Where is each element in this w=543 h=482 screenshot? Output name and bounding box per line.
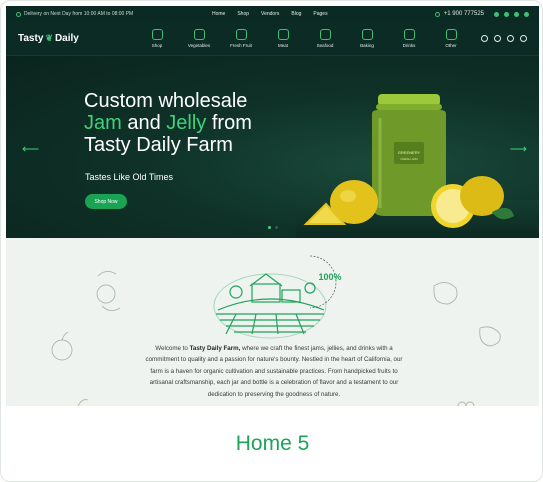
phone-icon bbox=[434, 11, 440, 17]
nav-home[interactable]: Home bbox=[212, 11, 225, 17]
jar-brand: GREENERY bbox=[398, 150, 421, 155]
hero-and: and bbox=[121, 112, 167, 134]
slide-dot[interactable] bbox=[275, 226, 278, 229]
bowl-leaf-icon: ❦ bbox=[45, 33, 53, 43]
search-icon[interactable] bbox=[481, 35, 488, 42]
category-baking[interactable]: Baking bbox=[346, 29, 388, 48]
about-brand: Tasty Daily Farm, bbox=[189, 345, 241, 352]
olive-doodle-left bbox=[96, 284, 116, 304]
nav-vendors[interactable]: Vendors bbox=[261, 11, 279, 17]
nav-blog[interactable]: Blog bbox=[291, 11, 301, 17]
clock-icon bbox=[16, 11, 21, 17]
category-fresh-fruit[interactable]: Fresh Fruit bbox=[220, 29, 262, 48]
category-meat[interactable]: Meat bbox=[262, 29, 304, 48]
hero-banner: Custom wholesale Jam and Jelly from Tast… bbox=[6, 56, 539, 238]
about-section: 100% Welcome to Tasty Daily Farm, where … bbox=[6, 238, 539, 406]
logo[interactable]: Tasty ❦ Daily bbox=[18, 33, 136, 44]
shop-now-button[interactable]: Shop Now bbox=[85, 194, 127, 209]
phone-number: +1 900 777525 bbox=[443, 11, 484, 17]
category-label: Seafood bbox=[316, 43, 334, 48]
about-body: where we craft the finest jams, jellies,… bbox=[145, 345, 403, 398]
category-label: Vegetables bbox=[187, 43, 211, 48]
category-label: Other bbox=[445, 43, 457, 48]
category-shop[interactable]: Shop bbox=[136, 29, 178, 48]
store-icon bbox=[151, 29, 163, 40]
bottle-icon bbox=[403, 29, 415, 40]
category-label: Meat bbox=[277, 43, 288, 48]
pinterest-icon[interactable] bbox=[514, 11, 519, 17]
hero-from: from bbox=[206, 112, 252, 134]
logo-text-daily: Daily bbox=[54, 33, 79, 44]
hero-jelly: Jelly bbox=[166, 112, 207, 134]
jar-sub: FRESH JAM bbox=[400, 157, 418, 161]
nav-shop[interactable]: Shop bbox=[237, 11, 249, 17]
category-label: Fresh Fruit bbox=[230, 43, 252, 48]
top-nav: Home Shop Vendors Blog Pages bbox=[212, 11, 328, 17]
category-drinks[interactable]: Drinks bbox=[388, 29, 430, 48]
social-links bbox=[494, 11, 529, 17]
cherries-icon bbox=[235, 29, 247, 40]
homepage-preview[interactable]: Delivery on Next Day from 10:00 AM to 08… bbox=[6, 6, 539, 406]
category-menu: Shop Vegetables Fresh Fruit Meat Seafood… bbox=[136, 29, 472, 48]
apple-doodle-left bbox=[51, 339, 73, 361]
hero-heading: Custom wholesale Jam and Jelly from Tast… bbox=[84, 90, 324, 156]
demo-title[interactable]: Home 5 bbox=[1, 406, 542, 481]
grid-icon bbox=[445, 29, 457, 40]
main-header: Tasty ❦ Daily Shop Vegetables Fresh Frui… bbox=[6, 22, 539, 56]
youtube-icon[interactable] bbox=[524, 11, 529, 17]
demo-card[interactable]: Delivery on Next Day from 10:00 AM to 08… bbox=[0, 0, 543, 482]
twitter-icon[interactable] bbox=[504, 11, 509, 17]
header-actions bbox=[481, 35, 527, 42]
hero-jam: Jam bbox=[84, 112, 122, 134]
category-vegetables[interactable]: Vegetables bbox=[178, 29, 220, 48]
carrot-icon bbox=[193, 29, 205, 40]
cart-icon[interactable] bbox=[520, 35, 527, 42]
heart-icon[interactable] bbox=[507, 35, 514, 42]
meat-icon bbox=[277, 29, 289, 40]
slider-dots bbox=[268, 226, 278, 229]
category-label: Baking bbox=[360, 43, 374, 48]
facebook-icon[interactable] bbox=[494, 11, 499, 17]
hero-tagline: Tastes Like Old Times bbox=[85, 172, 174, 182]
product-photo: GREENERY FRESH JAM bbox=[303, 94, 514, 228]
slide-dot[interactable] bbox=[268, 226, 271, 229]
logo-text-tasty: Tasty bbox=[18, 33, 44, 44]
phone-contact[interactable]: +1 900 777525 bbox=[434, 11, 484, 17]
category-other[interactable]: Other bbox=[430, 29, 472, 48]
hero-line-1: Custom wholesale bbox=[84, 90, 248, 112]
about-intro: Welcome to bbox=[155, 345, 190, 352]
prev-slide-arrow-icon[interactable]: ⟵ bbox=[22, 142, 39, 156]
hero-line-3: Tasty Daily Farm bbox=[84, 134, 233, 156]
category-seafood[interactable]: Seafood bbox=[304, 29, 346, 48]
fish-icon bbox=[319, 29, 331, 40]
nav-pages[interactable]: Pages bbox=[313, 11, 327, 17]
top-bar: Delivery on Next Day from 10:00 AM to 08… bbox=[6, 6, 539, 22]
apple-doodle-right bbox=[433, 282, 458, 305]
category-label: Shop bbox=[151, 43, 163, 48]
delivery-text: Delivery on Next Day from 10:00 AM to 08… bbox=[24, 11, 134, 17]
user-icon[interactable] bbox=[494, 35, 501, 42]
bread-icon bbox=[361, 29, 373, 40]
delivery-info: Delivery on Next Day from 10:00 AM to 08… bbox=[16, 11, 166, 17]
pear-doodle-right bbox=[479, 326, 501, 347]
category-label: Drinks bbox=[402, 43, 416, 48]
about-description: Welcome to Tasty Daily Farm, where we cr… bbox=[139, 343, 409, 400]
